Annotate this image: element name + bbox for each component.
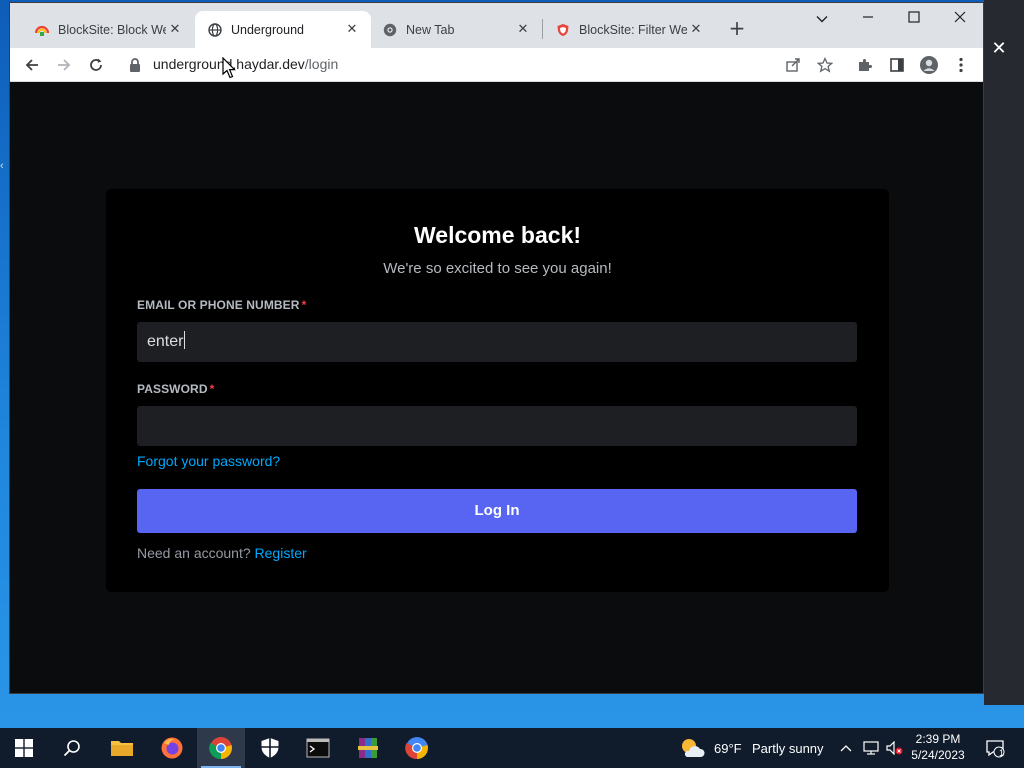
minimize-icon[interactable]: [848, 6, 888, 32]
tab-new-tab[interactable]: New Tab ✕: [370, 11, 542, 48]
winrar-icon[interactable]: [344, 728, 392, 768]
clock-date: 5/24/2023: [911, 748, 965, 762]
taskbar: 69°F Partly sunny 2:39 PM 5/24/2023 1: [0, 728, 1024, 768]
required-mark: *: [301, 298, 307, 312]
required-mark: *: [209, 382, 215, 396]
tab-title: BlockSite: Filter Web: [579, 22, 687, 37]
email-field[interactable]: enter: [137, 322, 857, 362]
tab-blocksite-block[interactable]: BlockSite: Block Web ✕: [22, 11, 194, 48]
address-bar[interactable]: underground.haydar.dev/login: [153, 56, 338, 72]
volume-muted-icon[interactable]: [884, 728, 906, 768]
tab-blocksite-filter[interactable]: BlockSite: Filter Web ✕: [543, 11, 715, 48]
star-bookmark-icon[interactable]: [812, 52, 838, 78]
weather-partly-sunny-icon[interactable]: [672, 728, 712, 768]
tab-strip: BlockSite: Block Web ✕ Underground ✕ New…: [10, 3, 983, 48]
weather-temperature[interactable]: 69°F: [714, 741, 742, 756]
url-path: /login: [304, 56, 339, 72]
browser-window: BlockSite: Block Web ✕ Underground ✕ New…: [10, 3, 983, 693]
email-label: EMAIL OR PHONE NUMBER *: [137, 298, 306, 312]
network-icon[interactable]: [860, 728, 882, 768]
close-icon[interactable]: ✕: [343, 21, 361, 39]
chrome-icon: [382, 22, 398, 38]
close-icon[interactable]: ✕: [988, 38, 1010, 60]
back-arrow-icon[interactable]: [19, 52, 45, 78]
email-label-text: EMAIL OR PHONE NUMBER: [137, 298, 300, 312]
close-icon[interactable]: ✕: [514, 21, 532, 39]
text-caret: [184, 331, 186, 349]
page-title: Welcome back!: [413, 222, 582, 248]
lock-icon[interactable]: [128, 57, 144, 73]
windows-start-icon[interactable]: [0, 728, 48, 768]
browser-toolbar: underground.haydar.dev/login: [10, 48, 983, 82]
maximize-icon[interactable]: [894, 6, 934, 32]
chevron-down-icon[interactable]: [802, 6, 842, 32]
notifications-icon[interactable]: 1: [980, 728, 1010, 768]
page-content: Welcome back! We're so excited to see yo…: [10, 82, 983, 693]
close-icon[interactable]: ✕: [166, 21, 184, 39]
clock-time: 2:39 PM: [915, 732, 961, 746]
blocksite-shield-icon: [555, 22, 571, 38]
password-label: PASSWORD *: [137, 382, 214, 396]
register-link[interactable]: Register: [255, 545, 307, 561]
tab-title: New Tab: [406, 22, 455, 37]
new-tab-button[interactable]: +: [725, 16, 749, 40]
security-shield-icon[interactable]: [246, 728, 294, 768]
close-window-icon[interactable]: [940, 6, 980, 32]
chrome-taskbar-icon[interactable]: [197, 728, 245, 768]
password-field[interactable]: [137, 406, 857, 446]
side-panel-icon[interactable]: [884, 52, 910, 78]
extensions-puzzle-icon[interactable]: [852, 52, 878, 78]
mouse-cursor-icon: [222, 56, 236, 79]
email-field-value: enter: [147, 333, 184, 350]
register-prompt: Need an account? Register: [137, 545, 307, 561]
share-icon[interactable]: [780, 52, 806, 78]
desktop-edge-glyph: ‹: [0, 160, 4, 172]
reload-icon[interactable]: [83, 52, 109, 78]
chrome-alt-icon[interactable]: [393, 728, 441, 768]
login-card: Welcome back! We're so excited to see yo…: [106, 189, 889, 592]
blocksite-rainbow-icon: [34, 22, 50, 38]
search-icon[interactable]: [48, 728, 96, 768]
login-button[interactable]: Log In: [137, 489, 857, 533]
terminal-icon[interactable]: [294, 728, 342, 768]
tab-title: Underground: [231, 22, 304, 37]
page-subtitle: We're so excited to see you again!: [383, 260, 612, 277]
background-window: ✕: [984, 0, 1024, 705]
kebab-menu-icon[interactable]: [948, 52, 974, 78]
profile-avatar-icon[interactable]: [916, 52, 942, 78]
taskbar-clock[interactable]: 2:39 PM 5/24/2023: [906, 731, 970, 763]
forward-arrow-icon[interactable]: [51, 52, 77, 78]
need-account-text: Need an account?: [137, 545, 251, 561]
globe-icon: [207, 22, 223, 38]
tab-title: BlockSite: Block Web: [58, 22, 166, 37]
close-icon[interactable]: ✕: [687, 21, 705, 39]
file-explorer-icon[interactable]: [98, 728, 146, 768]
chevron-up-icon[interactable]: [836, 728, 856, 768]
firefox-icon[interactable]: [148, 728, 196, 768]
forgot-password-link[interactable]: Forgot your password?: [137, 453, 280, 469]
notification-count: 1: [999, 748, 1005, 758]
weather-condition[interactable]: Partly sunny: [752, 741, 824, 756]
password-label-text: PASSWORD: [137, 382, 208, 396]
tab-underground[interactable]: Underground ✕: [195, 11, 371, 48]
